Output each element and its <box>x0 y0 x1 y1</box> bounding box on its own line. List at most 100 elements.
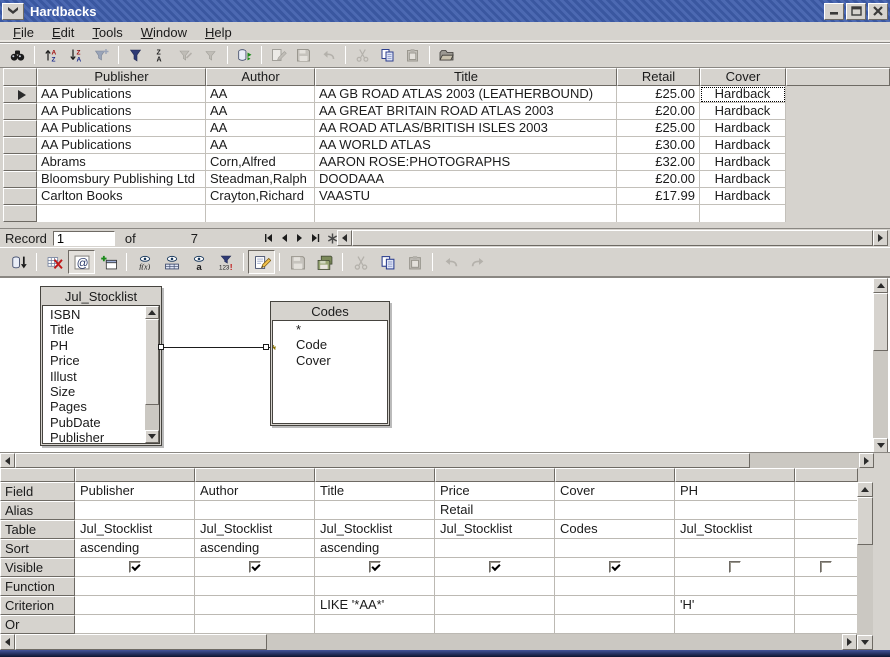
join-handle-right[interactable] <box>263 344 269 350</box>
visible-checkbox[interactable] <box>820 561 832 573</box>
grid-cell-field[interactable]: Price <box>435 482 555 501</box>
record-scrollbar[interactable] <box>337 230 888 246</box>
grid-cell-function[interactable] <box>315 577 435 596</box>
column-header-cover[interactable]: Cover <box>700 68 786 86</box>
row-header[interactable] <box>3 120 37 137</box>
grid-cell-or[interactable] <box>555 615 675 634</box>
table-row[interactable]: AA PublicationsAAAA GREAT BRITAIN ROAD A… <box>3 103 890 120</box>
scroll-right-button[interactable] <box>859 453 874 468</box>
grid-corner[interactable] <box>0 468 75 482</box>
grid-cell-alias[interactable] <box>555 501 675 520</box>
table-corner[interactable] <box>3 68 37 86</box>
grid-cell-table[interactable]: Jul_Stocklist <box>315 520 435 539</box>
join-handle-left[interactable] <box>158 344 164 350</box>
grid-cell-sort[interactable] <box>675 539 795 558</box>
cell-author[interactable]: AA <box>206 137 315 154</box>
field-item-pages[interactable]: Pages <box>50 399 159 414</box>
table-name-button[interactable] <box>158 250 185 274</box>
column-header-publisher[interactable]: Publisher <box>37 68 206 86</box>
grid-cell-alias[interactable] <box>315 501 435 520</box>
cell-retail[interactable]: £25.00 <box>617 86 700 103</box>
grid-column-header[interactable] <box>75 468 195 482</box>
grid-column-header[interactable] <box>435 468 555 482</box>
cell-title[interactable]: DOODAAA <box>315 171 617 188</box>
visible-checkbox[interactable] <box>129 561 141 573</box>
grid-cell-field[interactable]: Author <box>195 482 315 501</box>
table-row[interactable]: Bloomsbury Publishing LtdSteadman,RalphD… <box>3 171 890 188</box>
visible-checkbox[interactable] <box>729 561 741 573</box>
add-table-button[interactable] <box>95 250 122 274</box>
cell-publisher[interactable]: AA Publications <box>37 86 206 103</box>
row-header[interactable] <box>3 171 37 188</box>
column-header-title[interactable]: Title <box>315 68 617 86</box>
grid-cell-criterion[interactable] <box>195 596 315 615</box>
maximize-button[interactable] <box>846 3 866 20</box>
cell-cover[interactable]: Hardback <box>700 171 786 188</box>
scrollbar-thumb[interactable] <box>873 293 888 351</box>
table-row[interactable]: AA PublicationsAAAA ROAD ATLAS/BRITISH I… <box>3 120 890 137</box>
scroll-left-button[interactable] <box>0 453 15 468</box>
cell-cover[interactable]: Hardback <box>700 154 786 171</box>
cell-publisher[interactable]: AA Publications <box>37 137 206 154</box>
scrollbar-track[interactable] <box>857 545 873 635</box>
data-source-button[interactable] <box>434 44 459 66</box>
menu-window[interactable]: Window <box>132 23 196 42</box>
grid-cell-function[interactable] <box>795 577 858 596</box>
query-design-area[interactable]: Jul_Stocklist ISBNTitlePHPriceIllustSize… <box>0 277 890 452</box>
design-horizontal-scrollbar[interactable] <box>0 452 890 468</box>
grid-cell-sort[interactable]: ascending <box>75 539 195 558</box>
grid-cell-visible[interactable] <box>315 558 435 577</box>
distinct-values-button[interactable]: 123! <box>212 250 239 274</box>
cell-cover[interactable]: Hardback <box>700 137 786 154</box>
grid-cell-or[interactable] <box>195 615 315 634</box>
table-box-codes[interactable]: Codes *CodeCover <box>270 301 390 426</box>
standard-filter-button[interactable] <box>123 44 148 66</box>
grid-vertical-scrollbar[interactable] <box>857 482 873 650</box>
visible-checkbox[interactable] <box>609 561 621 573</box>
table-row[interactable]: AA PublicationsAAAA WORLD ATLAS£30.00Har… <box>3 137 890 154</box>
design-vertical-scrollbar[interactable] <box>873 278 888 452</box>
cell-publisher[interactable]: Carlton Books <box>37 188 206 205</box>
scroll-down-button[interactable] <box>857 635 873 650</box>
field-item-size[interactable]: Size <box>50 384 159 399</box>
scroll-left-button[interactable] <box>337 230 352 246</box>
cell-title[interactable]: AA ROAD ATLAS/BRITISH ISLES 2003 <box>315 120 617 137</box>
table-box-title[interactable]: Codes <box>272 303 388 320</box>
grid-cell-criterion[interactable] <box>555 596 675 615</box>
field-item-ph[interactable]: PH <box>50 338 159 353</box>
grid-horizontal-scrollbar[interactable] <box>0 634 857 650</box>
field-item-isbn[interactable]: ISBN <box>50 307 159 322</box>
table-box-title[interactable]: Jul_Stocklist <box>42 288 160 305</box>
scrollbar-thumb[interactable] <box>352 230 873 246</box>
cell-author[interactable]: AA <box>206 103 315 120</box>
menu-edit[interactable]: Edit <box>43 23 83 42</box>
field-item-title[interactable]: Title <box>50 322 159 337</box>
column-header-author[interactable]: Author <box>206 68 315 86</box>
cell-title[interactable]: VAASTU <box>315 188 617 205</box>
cell-cover[interactable]: Hardback <box>700 86 786 103</box>
grid-cell-function[interactable] <box>75 577 195 596</box>
cell-publisher[interactable]: Bloomsbury Publishing Ltd <box>37 171 206 188</box>
table-row[interactable]: Carlton BooksCrayton,RichardVAASTU£17.99… <box>3 188 890 205</box>
cell-cover[interactable]: Hardback <box>700 188 786 205</box>
grid-column-header[interactable] <box>795 468 858 482</box>
field-item-code[interactable]: Code <box>280 337 387 352</box>
scrollbar-thumb[interactable] <box>857 497 873 545</box>
grid-cell-sort[interactable] <box>435 539 555 558</box>
grid-cell-function[interactable] <box>675 577 795 596</box>
functions-button[interactable]: f(x) <box>131 250 158 274</box>
grid-cell-visible[interactable] <box>675 558 795 577</box>
table-box-jul-stocklist[interactable]: Jul_Stocklist ISBNTitlePHPriceIllustSize… <box>40 286 162 446</box>
cell-title[interactable]: AA GB ROAD ATLAS 2003 (LEATHERBOUND) <box>315 86 617 103</box>
cell-title[interactable]: AA WORLD ATLAS <box>315 137 617 154</box>
grid-cell-table[interactable]: Jul_Stocklist <box>675 520 795 539</box>
menu-help[interactable]: Help <box>196 23 241 42</box>
cell-retail[interactable]: £30.00 <box>617 137 700 154</box>
scroll-right-button[interactable] <box>873 230 888 246</box>
grid-cell-visible[interactable] <box>435 558 555 577</box>
grid-cell-table[interactable]: Jul_Stocklist <box>195 520 315 539</box>
grid-cell-criterion[interactable] <box>75 596 195 615</box>
grid-cell-function[interactable] <box>195 577 315 596</box>
row-header[interactable] <box>3 205 37 222</box>
minimize-button[interactable] <box>824 3 844 20</box>
